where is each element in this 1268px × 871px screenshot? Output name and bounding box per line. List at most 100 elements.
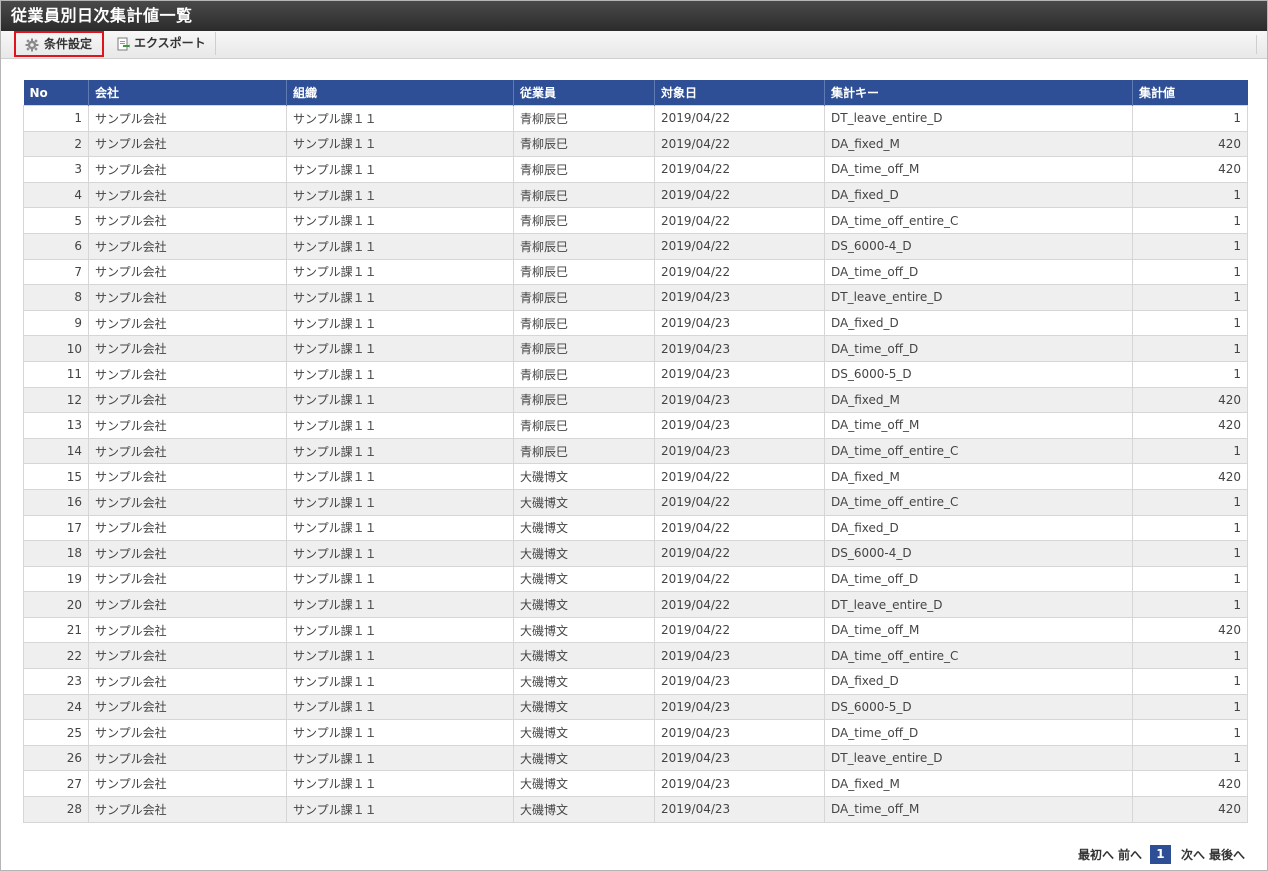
- table-row[interactable]: 5 サンプル会社 サンプル課１１ 青柳辰巳 2019/04/22 DA_time_off_…: [23, 207, 1248, 234]
- cell-employee: 青柳辰巳: [513, 181, 655, 209]
- cell-employee: 大磯博文: [513, 565, 655, 593]
- cell-company: サンプル会社: [88, 796, 287, 823]
- cell-employee: 青柳辰巳: [513, 437, 655, 465]
- cell-aggregation-key: DA_time_off_D: [824, 565, 1133, 593]
- cell-company: サンプル会社: [88, 335, 287, 362]
- table-row[interactable]: 25 サンプル会社 サンプル課１１ 大磯博文 2019/04/23 DA_time_off…: [23, 719, 1248, 746]
- cell-aggregation-key: DA_time_off_entire_C: [824, 642, 1133, 670]
- table-row[interactable]: 6 サンプル会社 サンプル課１１ 青柳辰巳 2019/04/22 DS_6000-4_D 1: [23, 232, 1248, 260]
- cell-organization: サンプル課１１: [286, 207, 514, 234]
- cell-aggregation-value: 1: [1132, 488, 1248, 516]
- table-row[interactable]: 10 サンプル会社 サンプル課１１ 青柳辰巳 2019/04/23 DA_time_off…: [23, 335, 1248, 362]
- cell-target-date: 2019/04/22: [654, 565, 825, 593]
- table-row[interactable]: 22 サンプル会社 サンプル課１１ 大磯博文 2019/04/23 DA_time_off…: [23, 642, 1248, 670]
- cell-aggregation-key: DA_time_off_M: [824, 616, 1133, 644]
- cell-aggregation-value: 1: [1132, 668, 1248, 695]
- app-window: 従業員別日次集計値一覧 条件設定 エクスポート No 会社 組織 従業員 対象日…: [0, 0, 1268, 871]
- cell-employee: 青柳辰巳: [513, 105, 655, 132]
- cell-company: サンプル会社: [88, 105, 287, 132]
- cell-company: サンプル会社: [88, 770, 287, 798]
- table-header-row: No 会社 組織 従業員 対象日 集計キー 集計値: [23, 80, 1248, 106]
- pager-first-link[interactable]: 最初へ: [1078, 846, 1114, 863]
- cell-no: 21: [23, 616, 89, 644]
- table-row[interactable]: 24 サンプル会社 サンプル課１１ 大磯博文 2019/04/23 DS_6000-5_D…: [23, 693, 1248, 721]
- column-header-aggregation-key[interactable]: 集計キー: [824, 80, 1133, 106]
- cell-employee: 大磯博文: [513, 540, 655, 567]
- cell-aggregation-value: 1: [1132, 514, 1248, 542]
- column-header-aggregation-value[interactable]: 集計値: [1132, 80, 1248, 106]
- table-row[interactable]: 2 サンプル会社 サンプル課１１ 青柳辰巳 2019/04/22 DA_fixed_M 42…: [23, 130, 1248, 158]
- cell-no: 7: [23, 258, 89, 286]
- cell-target-date: 2019/04/22: [654, 232, 825, 260]
- cell-target-date: 2019/04/22: [654, 258, 825, 286]
- cell-organization: サンプル課１１: [286, 258, 514, 286]
- table-row[interactable]: 13 サンプル会社 サンプル課１１ 青柳辰巳 2019/04/23 DA_time_off…: [23, 412, 1248, 439]
- pager-current-page[interactable]: 1: [1149, 845, 1171, 864]
- cell-company: サンプル会社: [88, 668, 287, 695]
- table-row[interactable]: 20 サンプル会社 サンプル課１１ 大磯博文 2019/04/22 DT_leave_en…: [23, 591, 1248, 618]
- toolbar-divider: [1256, 35, 1257, 54]
- export-button[interactable]: エクスポート: [106, 32, 216, 55]
- export-label: エクスポート: [134, 36, 206, 50]
- table-row[interactable]: 4 サンプル会社 サンプル課１１ 青柳辰巳 2019/04/22 DA_fixed_D 1: [23, 181, 1248, 209]
- cell-aggregation-value: 1: [1132, 258, 1248, 286]
- cell-no: 23: [23, 668, 89, 695]
- cell-aggregation-value: 1: [1132, 693, 1248, 721]
- table-row[interactable]: 19 サンプル会社 サンプル課１１ 大磯博文 2019/04/22 DA_time_off…: [23, 565, 1248, 593]
- pager-prev-link[interactable]: 前へ: [1118, 846, 1142, 863]
- cell-aggregation-value: 1: [1132, 232, 1248, 260]
- column-header-organization[interactable]: 組織: [286, 80, 514, 106]
- cell-no: 26: [23, 744, 89, 772]
- table-row[interactable]: 7 サンプル会社 サンプル課１１ 青柳辰巳 2019/04/22 DA_time_off_…: [23, 258, 1248, 286]
- cell-aggregation-value: 420: [1132, 412, 1248, 439]
- cell-organization: サンプル課１１: [286, 796, 514, 823]
- table-row[interactable]: 15 サンプル会社 サンプル課１１ 大磯博文 2019/04/22 DA_fixed_M 4…: [23, 463, 1248, 490]
- pager-last-link[interactable]: 最後へ: [1209, 846, 1245, 863]
- cell-employee: 大磯博文: [513, 616, 655, 644]
- cell-employee: 青柳辰巳: [513, 360, 655, 388]
- table-row[interactable]: 26 サンプル会社 サンプル課１１ 大磯博文 2019/04/23 DT_leave_en…: [23, 744, 1248, 772]
- cell-aggregation-value: 1: [1132, 437, 1248, 465]
- cell-employee: 青柳辰巳: [513, 156, 655, 183]
- cell-target-date: 2019/04/22: [654, 616, 825, 644]
- table-row[interactable]: 18 サンプル会社 サンプル課１１ 大磯博文 2019/04/22 DS_6000-4_D…: [23, 540, 1248, 567]
- condition-settings-button[interactable]: 条件設定: [14, 31, 104, 57]
- cell-aggregation-key: DA_fixed_M: [824, 386, 1133, 414]
- cell-organization: サンプル課１１: [286, 335, 514, 362]
- cell-employee: 大磯博文: [513, 744, 655, 772]
- column-header-no[interactable]: No: [23, 80, 89, 106]
- table-row[interactable]: 27 サンプル会社 サンプル課１１ 大磯博文 2019/04/23 DA_fixed_M 4…: [23, 770, 1248, 798]
- table-row[interactable]: 12 サンプル会社 サンプル課１１ 青柳辰巳 2019/04/23 DA_fixed_M 4…: [23, 386, 1248, 414]
- cell-company: サンプル会社: [88, 591, 287, 618]
- cell-company: サンプル会社: [88, 437, 287, 465]
- cell-aggregation-key: DA_fixed_M: [824, 770, 1133, 798]
- pager-next-link[interactable]: 次へ: [1181, 846, 1205, 863]
- column-header-employee[interactable]: 従業員: [513, 80, 655, 106]
- cell-aggregation-key: DT_leave_entire_D: [824, 744, 1133, 772]
- cell-aggregation-key: DA_fixed_D: [824, 668, 1133, 695]
- table-row[interactable]: 8 サンプル会社 サンプル課１１ 青柳辰巳 2019/04/23 DT_leave_ent…: [23, 284, 1248, 311]
- table-row[interactable]: 17 サンプル会社 サンプル課１１ 大磯博文 2019/04/22 DA_fixed_D 1: [23, 514, 1248, 542]
- cell-organization: サンプル課１１: [286, 232, 514, 260]
- cell-aggregation-key: DA_fixed_D: [824, 309, 1133, 337]
- table-row[interactable]: 3 サンプル会社 サンプル課１１ 青柳辰巳 2019/04/22 DA_time_off_…: [23, 156, 1248, 183]
- table-row[interactable]: 21 サンプル会社 サンプル課１１ 大磯博文 2019/04/22 DA_time_off…: [23, 616, 1248, 644]
- cell-aggregation-value: 1: [1132, 642, 1248, 670]
- table-row[interactable]: 23 サンプル会社 サンプル課１１ 大磯博文 2019/04/23 DA_fixed_D 1: [23, 668, 1248, 695]
- cell-organization: サンプル課１１: [286, 591, 514, 618]
- cell-no: 24: [23, 693, 89, 721]
- table-row[interactable]: 16 サンプル会社 サンプル課１１ 大磯博文 2019/04/22 DA_time_off…: [23, 488, 1248, 516]
- table-row[interactable]: 28 サンプル会社 サンプル課１１ 大磯博文 2019/04/23 DA_time_off…: [23, 796, 1248, 823]
- column-header-target-date[interactable]: 対象日: [654, 80, 825, 106]
- cell-organization: サンプル課１１: [286, 616, 514, 644]
- cell-company: サンプル会社: [88, 232, 287, 260]
- cell-target-date: 2019/04/23: [654, 719, 825, 746]
- table-row[interactable]: 1 サンプル会社 サンプル課１１ 青柳辰巳 2019/04/22 DT_leave_ent…: [23, 105, 1248, 132]
- table-row[interactable]: 9 サンプル会社 サンプル課１１ 青柳辰巳 2019/04/23 DA_fixed_D 1: [23, 309, 1248, 337]
- column-header-company[interactable]: 会社: [88, 80, 287, 106]
- table-row[interactable]: 14 サンプル会社 サンプル課１１ 青柳辰巳 2019/04/23 DA_time_off…: [23, 437, 1248, 465]
- cell-employee: 青柳辰巳: [513, 284, 655, 311]
- table-row[interactable]: 11 サンプル会社 サンプル課１１ 青柳辰巳 2019/04/23 DS_6000-5_D…: [23, 360, 1248, 388]
- cell-aggregation-value: 1: [1132, 591, 1248, 618]
- cell-aggregation-key: DA_time_off_M: [824, 412, 1133, 439]
